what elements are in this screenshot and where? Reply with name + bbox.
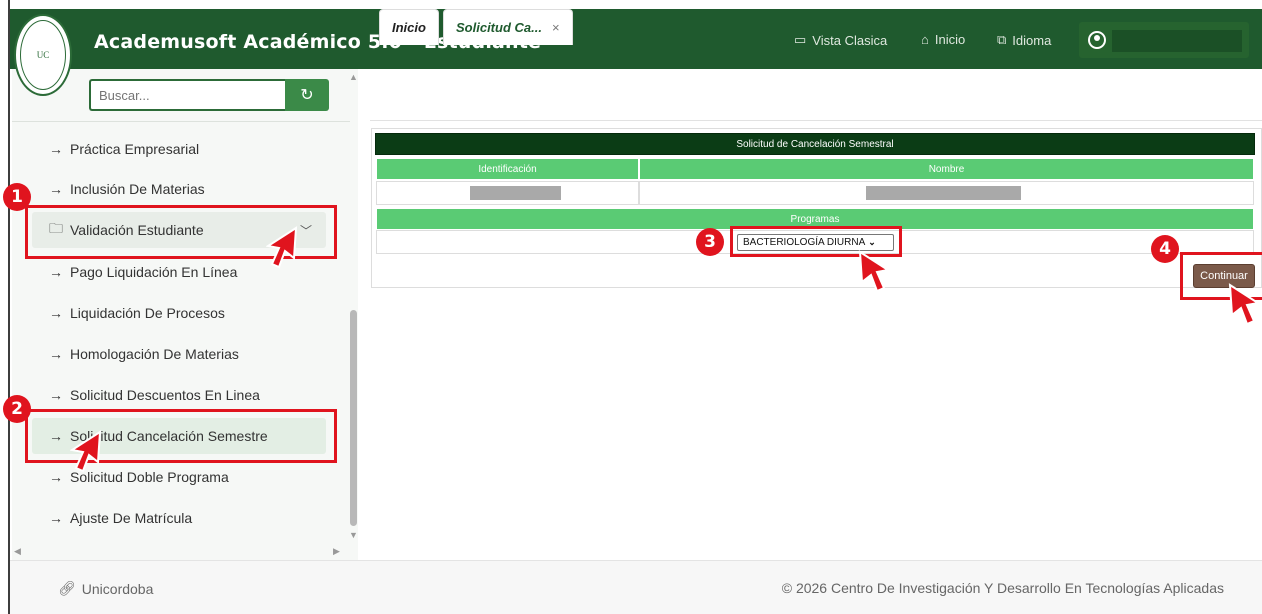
sidebar-item-label: Homologación De Materias <box>70 346 239 362</box>
vista-clasica-link[interactable]: ▭ Vista Clasica <box>794 32 887 48</box>
home-icon: ⌂ <box>921 32 929 47</box>
sidebar-item-label: Inclusión De Materias <box>70 181 205 197</box>
sidebar-item-inclusion-materias[interactable]: → Inclusión De Materias <box>32 171 326 207</box>
window-icon: ▭ <box>794 32 807 47</box>
sidebar-item-label: Solicitud Descuentos En Linea <box>70 387 260 403</box>
scroll-left-icon[interactable]: ◀ <box>14 546 21 557</box>
scroll-right-icon[interactable]: ▶ <box>333 546 340 557</box>
column-header-identificacion: Identificación <box>376 158 639 180</box>
pointer-cursor-icon <box>1228 283 1260 326</box>
column-header-nombre: Nombre <box>639 158 1254 180</box>
sidebar-item-label: Práctica Empresarial <box>70 141 200 157</box>
sidebar-item-ajuste-matricula[interactable]: → Ajuste De Matrícula <box>32 500 326 536</box>
step-badge-4: 4 <box>1151 235 1179 263</box>
window-top-edge <box>10 0 1262 9</box>
arrow-right-icon: → <box>49 181 63 197</box>
arrow-right-icon: → <box>49 141 63 157</box>
pointer-cursor-icon <box>858 250 890 293</box>
tab-label: Inicio <box>392 20 426 35</box>
pointer-cursor-icon <box>266 226 298 269</box>
nombre-redacted <box>866 186 1021 200</box>
scroll-down-icon[interactable]: ▼ <box>349 530 358 540</box>
translate-icon: ⧉ <box>997 32 1007 47</box>
pointer-cursor-icon <box>70 430 102 473</box>
footer-left-label: Unicordoba <box>81 580 154 597</box>
form-title: Solicitud de Cancelación Semestral <box>375 133 1255 155</box>
sidebar-scroll-thumb[interactable] <box>350 310 357 526</box>
sidebar-divider <box>12 121 350 122</box>
arrow-right-icon: → <box>49 469 63 485</box>
footer-link-unicordoba[interactable]: 🔗︎ Unicordoba <box>58 580 153 597</box>
arrow-right-icon: → <box>49 305 63 321</box>
arrow-right-icon: → <box>49 510 63 526</box>
sidebar-item-label: Pago Liquidación En Línea <box>70 264 238 280</box>
window-edge <box>0 0 10 614</box>
sidebar-item-homologacion[interactable]: → Homologación De Materias <box>32 336 326 372</box>
arrow-right-icon: → <box>49 346 63 362</box>
university-logo[interactable]: UC <box>14 14 72 96</box>
vista-clasica-label: Vista Clasica <box>812 32 888 48</box>
tab-bar <box>370 69 1262 121</box>
footer-copyright: © 2026 Centro De Investigación Y Desarro… <box>781 580 1224 596</box>
sidebar-item-liquidacion-procesos[interactable]: → Liquidación De Procesos <box>32 295 326 331</box>
step-badge-2: 2 <box>3 395 31 423</box>
tab-label: Solicitud Ca... <box>456 20 542 35</box>
tab-solicitud-cancelacion[interactable]: Solicitud Ca... × <box>443 9 573 45</box>
sidebar-item-label: Ajuste De Matrícula <box>70 510 193 526</box>
app-window: UC Academusoft Académico 5.0 - Estudiant… <box>0 0 1262 614</box>
scroll-up-icon[interactable]: ▲ <box>349 72 358 82</box>
sidebar-item-label: Liquidación De Procesos <box>70 305 225 321</box>
user-avatar-icon[interactable] <box>1088 31 1106 49</box>
sidebar-search: ↻ <box>89 79 329 111</box>
search-input[interactable] <box>89 79 285 111</box>
refresh-icon: ↻ <box>300 87 314 104</box>
step-badge-1: 1 <box>3 183 31 211</box>
inicio-link[interactable]: ⌂ Inicio <box>921 32 965 47</box>
arrow-right-icon: → <box>49 264 63 280</box>
inicio-label: Inicio <box>934 32 966 47</box>
step-badge-3: 3 <box>696 228 724 256</box>
identificacion-redacted <box>470 186 561 200</box>
close-icon[interactable]: × <box>552 20 560 35</box>
tab-inicio[interactable]: Inicio <box>379 9 439 45</box>
user-name-redacted <box>1112 30 1242 52</box>
seal-icon: UC <box>20 20 66 90</box>
refresh-button[interactable]: ↻ <box>285 79 329 111</box>
arrow-right-icon: → <box>49 387 63 403</box>
link-icon: 🔗︎ <box>58 580 76 596</box>
sidebar-item-practica-empresarial[interactable]: → Práctica Empresarial <box>32 131 326 167</box>
sidebar-horizontal-scrollbar[interactable] <box>12 545 358 558</box>
idioma-link[interactable]: ⧉ Idioma <box>997 32 1051 48</box>
sidebar-item-descuentos[interactable]: → Solicitud Descuentos En Linea <box>32 377 326 413</box>
idioma-label: Idioma <box>1012 32 1052 48</box>
